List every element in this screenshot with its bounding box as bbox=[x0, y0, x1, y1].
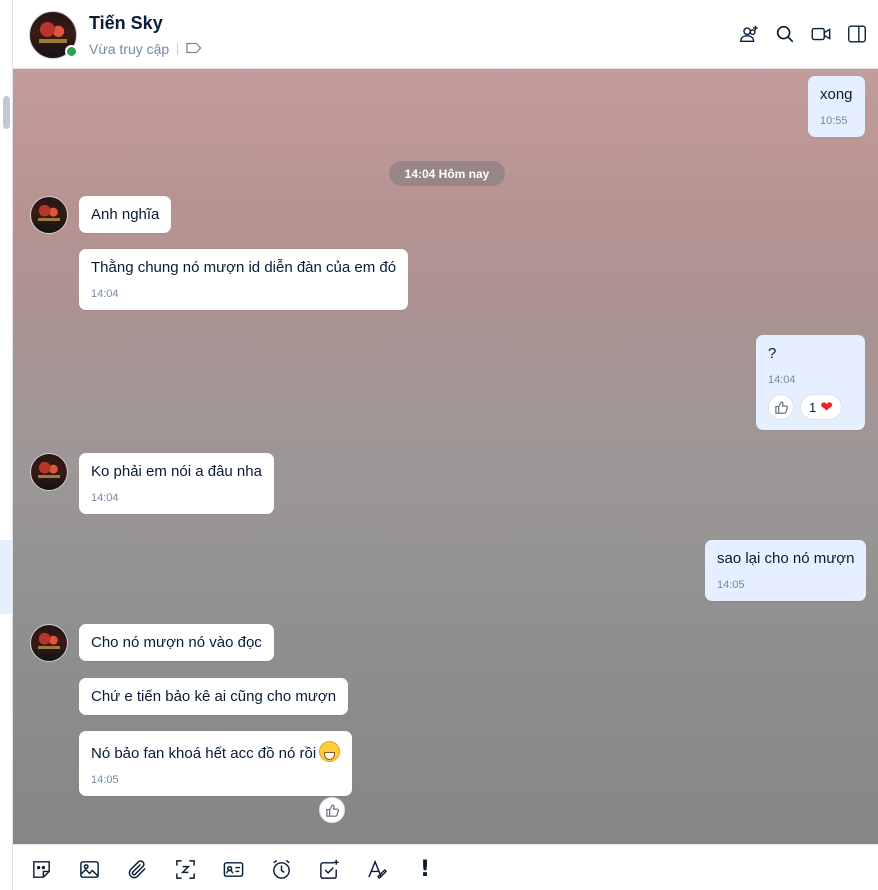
sender-avatar[interactable] bbox=[30, 196, 68, 234]
scrollbar-thumb[interactable] bbox=[3, 96, 10, 129]
message-text-row: Nó bảo fan khoá hết acc đồ nó rồi bbox=[91, 741, 341, 762]
message-time: 14:05 bbox=[91, 774, 119, 786]
message-list[interactable]: xong 10:55 14:04 Hôm nay Anh nghĩa Thằng… bbox=[13, 69, 878, 844]
message-bubble-received[interactable]: Cho nó mượn nó vào đọc bbox=[79, 624, 274, 661]
avatar-image bbox=[30, 624, 68, 662]
avatar-image bbox=[30, 196, 68, 234]
last-seen-status: Vừa truy cập bbox=[89, 41, 170, 57]
avatar-image bbox=[30, 453, 68, 491]
message-text: sao lại cho nó mượn bbox=[717, 550, 855, 567]
message-bubble-received[interactable]: Ko phải em nói a đâu nha 14:04 bbox=[79, 453, 274, 514]
tag-icon[interactable] bbox=[186, 41, 202, 57]
reaction-row: 1 ❤ bbox=[768, 394, 853, 420]
urgent-icon[interactable]: ! bbox=[411, 855, 439, 883]
screenshot-icon[interactable] bbox=[171, 855, 199, 883]
contact-avatar[interactable] bbox=[29, 11, 78, 59]
composer-toolbar: ! bbox=[13, 844, 878, 890]
contact-card-icon[interactable] bbox=[219, 855, 247, 883]
message-time: 14:04 bbox=[91, 492, 119, 504]
message-text: Ko phải em nói a đâu nha bbox=[91, 463, 262, 480]
online-status-dot bbox=[65, 45, 78, 58]
contact-name[interactable]: Tiến Sky bbox=[89, 13, 163, 34]
message-text: Chứ e tiến bảo kê ai cũng cho mượn bbox=[91, 688, 337, 705]
selected-conversation-marker bbox=[0, 540, 12, 614]
task-icon[interactable] bbox=[315, 855, 343, 883]
sender-avatar[interactable] bbox=[30, 453, 68, 491]
like-icon[interactable] bbox=[768, 394, 794, 420]
message-bubble-received[interactable]: Nó bảo fan khoá hết acc đồ nó rồi 14:05 bbox=[79, 731, 353, 796]
image-icon[interactable] bbox=[75, 855, 103, 883]
sidebar-toggle-icon[interactable] bbox=[844, 20, 870, 48]
message-time: 14:05 bbox=[717, 579, 745, 591]
sticker-icon[interactable] bbox=[27, 855, 55, 883]
message-time: 14:04 bbox=[91, 288, 119, 300]
toolbar-icons: ! bbox=[27, 855, 439, 883]
message-bubble-sent[interactable]: ? 14:04 1 ❤ bbox=[756, 335, 865, 430]
left-panel-edge bbox=[0, 0, 13, 890]
add-member-icon[interactable] bbox=[736, 20, 762, 48]
heart-icon: ❤ bbox=[820, 398, 833, 416]
message-bubble-received[interactable]: Anh nghĩa bbox=[79, 196, 172, 233]
attachment-icon[interactable] bbox=[123, 855, 151, 883]
grin-emoji-icon bbox=[319, 741, 341, 762]
message-bubble-received[interactable]: Chứ e tiến bảo kê ai cũng cho mượn bbox=[79, 678, 349, 715]
header-actions bbox=[736, 20, 870, 48]
contact-status-row: Vừa truy cập bbox=[89, 41, 202, 57]
message-time: 10:55 bbox=[820, 115, 848, 127]
message-text: ? bbox=[768, 345, 777, 362]
message-bubble-sent[interactable]: xong 10:55 bbox=[808, 76, 865, 137]
message-bubble-received[interactable]: Thằng chung nó mượn id diễn đàn của em đ… bbox=[79, 249, 409, 310]
reaction-count: 1 bbox=[809, 399, 817, 415]
message-time: 14:04 bbox=[768, 374, 796, 386]
message-text: Cho nó mượn nó vào đọc bbox=[91, 634, 262, 651]
reminder-icon[interactable] bbox=[267, 855, 295, 883]
search-icon[interactable] bbox=[772, 20, 798, 48]
like-icon[interactable] bbox=[319, 797, 345, 823]
video-call-icon[interactable] bbox=[808, 20, 834, 48]
reaction-count-badge[interactable]: 1 ❤ bbox=[800, 394, 842, 420]
message-text: Anh nghĩa bbox=[91, 206, 160, 223]
message-text: xong bbox=[820, 86, 853, 103]
message-text: Nó bảo fan khoá hết acc đồ nó rồi bbox=[91, 745, 317, 762]
divider bbox=[177, 43, 179, 55]
chat-header: Tiến Sky Vừa truy cập bbox=[13, 0, 878, 69]
text-format-icon[interactable] bbox=[363, 855, 391, 883]
sender-avatar[interactable] bbox=[30, 624, 68, 662]
message-text: Thằng chung nó mượn id diễn đàn của em đ… bbox=[91, 259, 397, 276]
date-divider: 14:04 Hôm nay bbox=[389, 161, 505, 186]
message-bubble-sent[interactable]: sao lại cho nó mượn 14:05 bbox=[705, 540, 867, 601]
